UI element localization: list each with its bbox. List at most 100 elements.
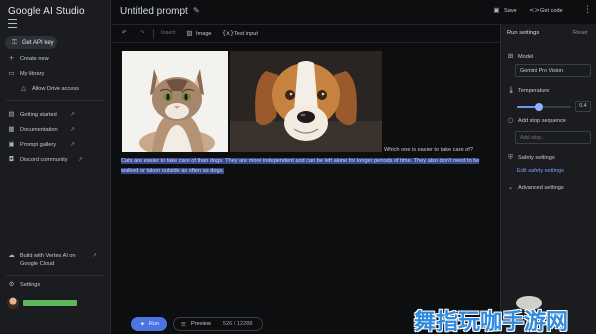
advanced-settings-label: Advanced settings: [518, 184, 564, 191]
user-question-text: Which one is easier to take care of?: [384, 147, 473, 153]
temperature-slider-handle[interactable]: [534, 103, 543, 111]
external-link-icon: ↗: [92, 253, 97, 259]
sidebar-item-vertex[interactable]: ☁ Build with Vertex AI on Google Cloud ↗: [8, 251, 96, 268]
stop-sequence-input[interactable]: [515, 131, 591, 144]
external-link-icon: ↗: [70, 126, 76, 133]
external-link-icon: ↗: [78, 156, 84, 163]
selected-answer: Cats are easier to take care of than dog…: [121, 158, 480, 174]
sidebar-item-my-library[interactable]: ▭ My library: [8, 70, 44, 77]
preview-label: Preview: [191, 321, 211, 327]
stop-sequence-label: ○ Add stop sequence: [507, 117, 566, 124]
model-answer-text[interactable]: Cats are easier to take care of than dog…: [121, 156, 491, 176]
top-header: Untitled prompt ✎ ▣ Save <> Get code ⋮: [111, 0, 596, 24]
prompt-editor[interactable]: Which one is easier to take care of? Cat…: [111, 43, 500, 334]
model-icon: ⊞: [507, 52, 514, 60]
model-select[interactable]: Gemini Pro Vision: [515, 64, 591, 77]
preview-button[interactable]: ≡ Preview 526 / 12288: [173, 317, 263, 331]
plus-icon: +: [8, 54, 15, 62]
list-icon: ≡: [180, 319, 187, 328]
model-label-text: Model: [518, 53, 534, 60]
save-label: Save: [504, 7, 517, 14]
test-input-label: Test input: [234, 30, 258, 37]
redo-icon[interactable]: ↷: [140, 30, 145, 36]
watermark-text: 舞指玩咖手游网: [414, 310, 569, 334]
book-icon: ▤: [8, 110, 15, 118]
sidebar-item-label: Getting started: [20, 111, 57, 118]
external-link-icon: ↗: [70, 141, 76, 148]
doc-icon: ▦: [8, 125, 15, 133]
braces-icon: {x}: [222, 29, 235, 37]
model-select-value: Gemini Pro Vision: [520, 67, 564, 74]
drive-icon: △: [21, 84, 26, 92]
run-settings-panel: Run settings Reset ⊞ Model Gemini Pro Vi…: [500, 24, 596, 334]
run-label: Run: [148, 321, 160, 327]
sidebar-item-allow-drive[interactable]: △ Allow Drive access: [20, 85, 79, 92]
key-icon: ⚿: [12, 38, 17, 46]
watermark: 舞指玩咖手游网: [402, 296, 596, 334]
chevron-down-icon: ⌄: [507, 183, 514, 191]
dog-illustration: [230, 51, 382, 152]
sidebar-item-getting-started[interactable]: ▤ Getting started: [8, 110, 57, 118]
toolbar-divider: [153, 29, 154, 39]
test-input-button[interactable]: {x} Test input: [222, 30, 258, 37]
sidebar-item-label: Discord community: [20, 156, 68, 163]
sidebar-item-prompt-gallery[interactable]: ▣ Prompt gallery: [8, 141, 56, 148]
thermometer-icon: 🌡︎: [507, 86, 516, 94]
insert-label: Insert:: [161, 30, 177, 36]
edit-safety-settings-link[interactable]: Edit safety settings: [517, 168, 564, 174]
sidebar-item-label: Prompt gallery: [20, 141, 57, 148]
sidebar-item-label: Create new: [20, 55, 49, 62]
run-settings-title: Run settings: [507, 30, 540, 36]
get-code-button[interactable]: <> Get code: [529, 7, 563, 14]
temperature-label: 🌡︎ Temperature: [507, 87, 549, 94]
more-options-icon[interactable]: ⋮: [583, 5, 592, 15]
undo-icon[interactable]: ↶: [122, 30, 127, 36]
image-icon: ▨: [186, 29, 193, 37]
cloud-icon: ☁: [8, 251, 15, 259]
token-count: 526 / 12288: [222, 321, 253, 327]
sidebar-item-create-new[interactable]: + Create new: [8, 55, 49, 62]
advanced-settings-toggle[interactable]: ⌄ Advanced settings: [507, 184, 564, 191]
left-sidebar: Google AI Studio ⚿ Get API key + Create …: [0, 0, 111, 334]
reset-button[interactable]: Reset: [573, 30, 588, 36]
temperature-label-text: Temperature: [518, 87, 550, 94]
sidebar-item-label: Documentation: [20, 126, 58, 133]
get-api-key-label: Get API key: [22, 39, 54, 46]
sidebar-divider: [6, 275, 104, 276]
run-button[interactable]: ✦ Run: [131, 317, 167, 331]
temperature-value-input[interactable]: 0.4: [575, 101, 591, 112]
safety-settings-label: ⛨ Safety settings: [507, 154, 555, 161]
shield-icon: ⛨: [508, 153, 513, 161]
model-label: ⊞ Model: [507, 53, 533, 60]
page-title[interactable]: Untitled prompt: [120, 6, 188, 17]
sidebar-item-label: My library: [20, 70, 45, 77]
dog-image[interactable]: [230, 51, 382, 152]
sidebar-item-settings[interactable]: ⚙ Settings: [8, 280, 41, 288]
folder-icon: ▭: [8, 69, 15, 77]
insert-image-label: Image: [196, 30, 212, 37]
account-name-redacted[interactable]: [23, 300, 77, 306]
sidebar-item-label: Allow Drive access: [32, 85, 79, 92]
stop-icon: ○: [507, 116, 514, 124]
avatar[interactable]: [7, 297, 19, 309]
cat-illustration: [122, 51, 228, 152]
vertex-label: Build with Vertex AI on Google Cloud: [20, 253, 76, 267]
cat-image[interactable]: [122, 51, 228, 152]
save-button[interactable]: ▣ Save: [493, 7, 517, 14]
get-api-key-button[interactable]: ⚿ Get API key: [5, 36, 57, 49]
menu-icon[interactable]: [8, 19, 22, 28]
editor-toolbar: ↶ ↷ Insert: ▨ Image {x} Test input: [111, 24, 500, 43]
stop-sequence-label-text: Add stop sequence: [518, 117, 566, 124]
sidebar-item-discord[interactable]: ◘ Discord community: [8, 156, 68, 163]
gear-icon: ⚙: [8, 280, 15, 288]
gallery-icon: ▣: [8, 140, 15, 148]
pencil-icon[interactable]: ✎: [193, 6, 200, 15]
play-icon: ✦: [139, 319, 146, 328]
sidebar-divider: [6, 100, 104, 101]
external-link-icon: ↗: [70, 111, 76, 118]
insert-image-button[interactable]: ▨ Image: [186, 29, 212, 37]
safety-settings-label-text: Safety settings: [518, 154, 555, 161]
get-code-label: Get code: [540, 7, 563, 14]
sidebar-item-documentation[interactable]: ▦ Documentation: [8, 125, 58, 133]
app-brand: Google AI Studio: [8, 6, 85, 17]
